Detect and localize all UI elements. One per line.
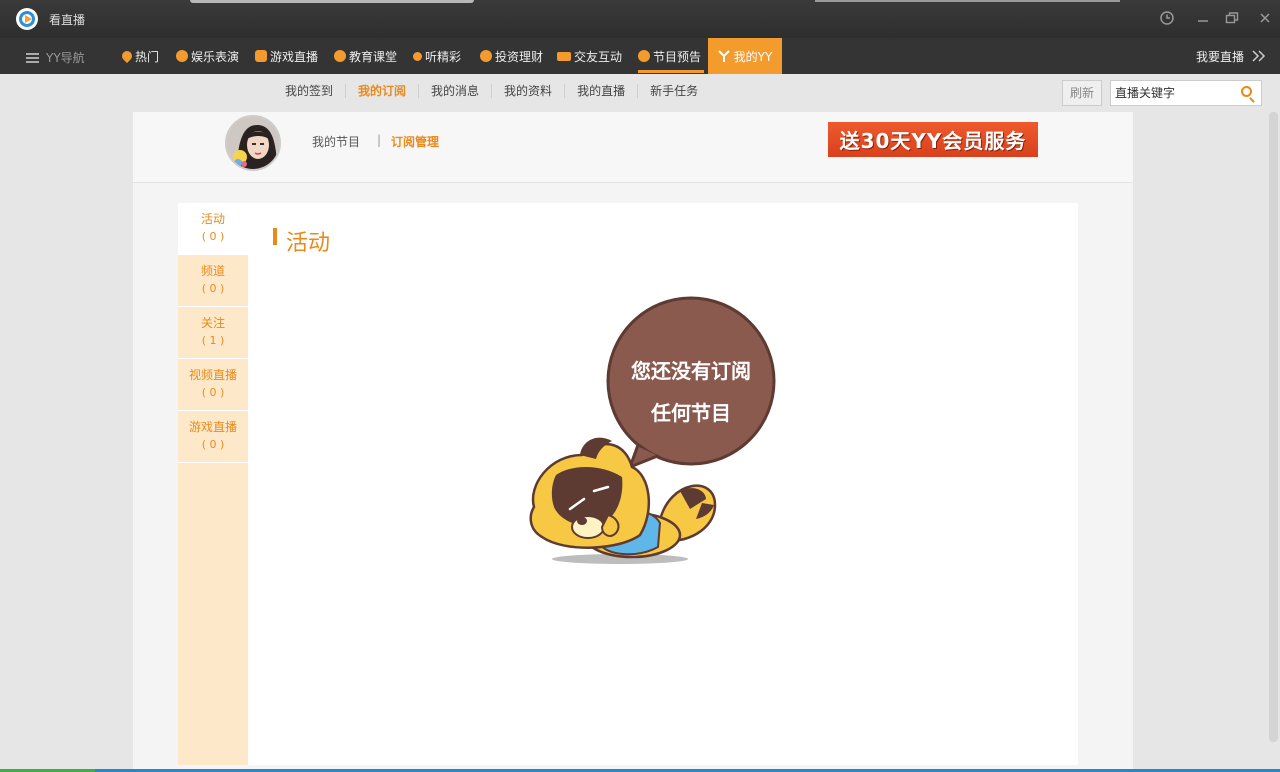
go-live-label: 我要直播 [1195,49,1244,64]
nav-item-label: 听精彩 [425,49,462,64]
sidebar-item-label: 关注 [200,316,225,330]
history-icon[interactable] [1158,10,1176,28]
schedule-icon [638,50,650,62]
main-nav: YY导航 热门 娱乐表演 游戏直播 教育课堂 听精彩 投资理财 交友互动 节目预… [0,38,1280,74]
smile-icon [176,50,188,62]
promo-text: 送30天YY会员服务 [839,129,1027,153]
sub-nav: 我的签到 我的订阅 我的消息 我的资料 我的直播 新手任务 [285,84,710,98]
sidebar-item-count: ( 0 ) [201,282,225,295]
close-icon[interactable] [1256,10,1274,28]
nav-item-label: 我的YY [733,49,773,64]
title-divider [190,0,474,3]
nav-item-label: 节目预告 [653,49,702,64]
search-box [1110,80,1262,106]
nav-item-entertainment[interactable]: 娱乐表演 [176,38,239,74]
scrollbar[interactable] [1269,112,1278,742]
subnav-novice-tasks[interactable]: 新手任务 [637,84,710,98]
tab-subscription-manage[interactable]: 订阅管理 [391,133,439,150]
tab-separator: | [377,133,382,147]
title-bar: 看直播 [0,0,1280,38]
nav-item-education[interactable]: 教育课堂 [334,38,397,74]
nav-active-indicator [638,70,704,73]
double-chevron-right-icon [1252,50,1266,62]
nav-item-label: 投资理财 [495,49,544,64]
nav-item-label: 教育课堂 [349,49,398,64]
yy-icon [717,50,730,62]
empty-state-line: 您还没有订阅 [631,359,751,383]
sidebar-item-label: 活动 [200,212,225,226]
nav-item-schedule[interactable]: 节目预告 [638,38,701,74]
sidebar-item-label: 游戏直播 [188,420,237,434]
minimize-icon[interactable] [1194,10,1212,28]
category-sidebar: 活动 ( 0 ) 频道 ( 0 ) 关注 ( 1 ) 视频直播 ( 0 ) 游戏… [178,203,248,765]
avatar[interactable] [225,115,281,171]
nav-item-friends[interactable]: 交友互动 [557,38,622,74]
sidebar-item-game-live[interactable]: 游戏直播 ( 0 ) [178,411,248,463]
yy-guide-label: YY导航 [46,51,85,65]
nav-item-game-live[interactable]: 游戏直播 [255,38,318,74]
nav-item-label: 娱乐表演 [191,49,240,64]
nav-item-music[interactable]: 听精彩 [413,38,461,74]
sidebar-item-activity[interactable]: 活动 ( 0 ) [178,203,248,255]
empty-state-line: 任何节目 [651,401,731,425]
restore-icon[interactable] [1223,10,1241,28]
section-title-marker [273,228,277,245]
search-input[interactable] [1115,85,1233,101]
sub-nav-bar: 我的签到 我的订阅 我的消息 我的资料 我的直播 新手任务 刷新 [0,74,1280,112]
subnav-profile[interactable]: 我的资料 [491,84,564,98]
nav-item-label: 游戏直播 [270,49,319,64]
sidebar-item-count: ( 0 ) [201,230,225,243]
sidebar-item-label: 视频直播 [188,368,237,382]
friends-icon [557,51,571,61]
sidebar-item-count: ( 1 ) [201,334,225,347]
nav-item-label: 交友互动 [574,49,623,64]
music-icon [413,51,422,61]
profile-strip: 我的节目 | 订阅管理 送30天YY会员服务 [133,112,1133,183]
nav-item-hot[interactable]: 热门 [119,38,160,74]
subnav-my-live[interactable]: 我的直播 [564,84,637,98]
app-logo-icon [16,8,38,30]
sidebar-item-channel[interactable]: 频道 ( 0 ) [178,255,248,307]
sidebar-item-count: ( 0 ) [201,386,225,399]
section-title: 活动 [286,231,331,256]
tab-my-programs[interactable]: 我的节目 [312,133,360,150]
yy-guide-button[interactable]: YY导航 [26,49,85,66]
subnav-checkin[interactable]: 我的签到 [285,84,345,98]
refresh-button[interactable]: 刷新 [1062,80,1102,106]
nav-item-label: 热门 [135,49,160,64]
title-divider [815,0,1120,2]
menu-icon [26,52,39,63]
empty-state-message: 您还没有订阅 任何节目 [600,350,782,434]
book-icon [334,50,346,62]
promo-banner[interactable]: 送30天YY会员服务 [828,122,1038,157]
nav-item-finance[interactable]: 投资理财 [480,38,543,74]
window-title: 看直播 [49,13,86,27]
finance-icon [480,50,492,62]
sidebar-item-video-live[interactable]: 视频直播 ( 0 ) [178,359,248,411]
subnav-subscriptions[interactable]: 我的订阅 [345,84,418,98]
go-live-button[interactable]: 我要直播 [1196,38,1266,74]
flame-icon [119,48,135,64]
search-icon[interactable] [1241,86,1252,97]
nav-item-my-yy[interactable]: 我的YY [708,38,782,74]
gamepad-icon [255,50,267,62]
sidebar-item-label: 频道 [200,264,225,278]
sidebar-item-follow[interactable]: 关注 ( 1 ) [178,307,248,359]
sidebar-item-count: ( 0 ) [201,438,225,451]
subnav-messages[interactable]: 我的消息 [418,84,491,98]
